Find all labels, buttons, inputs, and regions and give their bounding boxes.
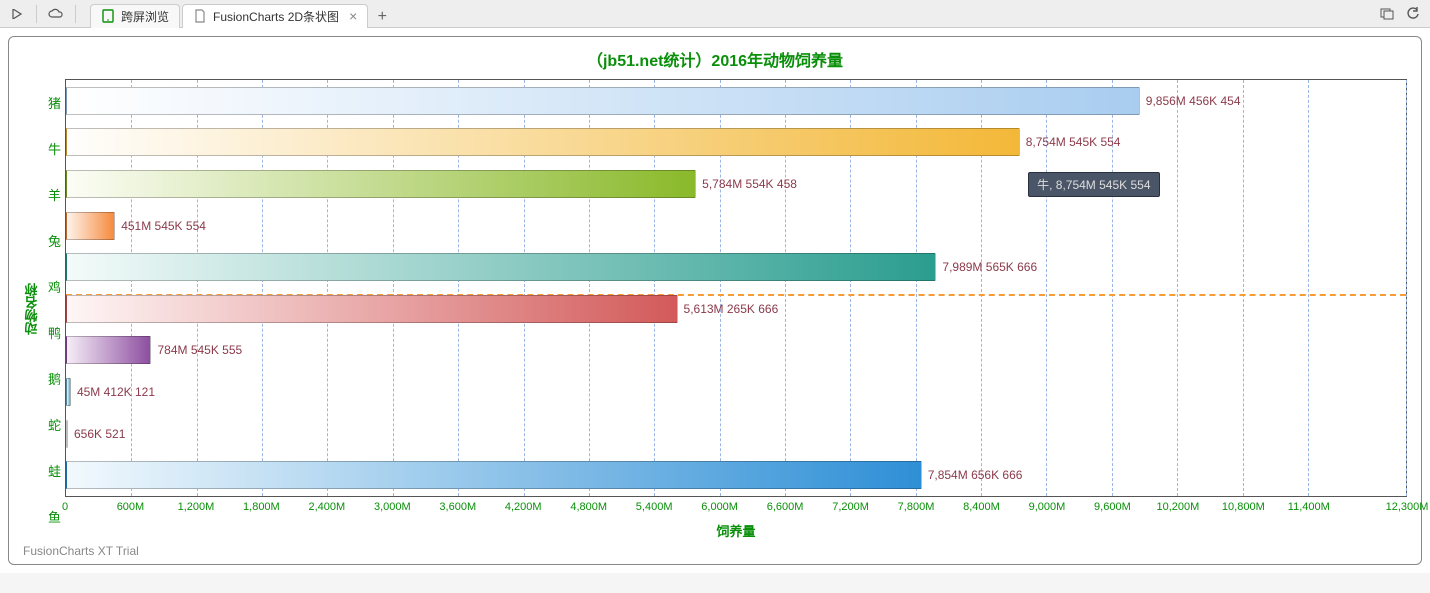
refresh-icon[interactable] xyxy=(1402,4,1424,24)
xaxis-tick-label: 6,600M xyxy=(767,501,804,513)
chart-container: （jb51.net统计）2016年动物饲养量 动物名称 猪牛羊兔鸡鸭鹅蛇蛙鱼 9… xyxy=(8,36,1422,565)
xaxis-tick-label: 3,000M xyxy=(374,501,411,513)
bar[interactable] xyxy=(66,170,696,198)
phone-icon xyxy=(101,9,115,23)
chart-title: （jb51.net统计）2016年动物饲养量 xyxy=(23,47,1407,71)
bar-row: 656K 521 xyxy=(66,418,1406,450)
xaxis-tick-label: 5,400M xyxy=(636,501,673,513)
bar-value-label: 5,613M 265K 666 xyxy=(684,302,779,316)
bar-value-label: 451M 545K 554 xyxy=(121,219,206,233)
yaxis-labels: 猪牛羊兔鸡鸭鹅蛇蛙鱼 xyxy=(41,79,65,540)
bar-value-label: 656K 521 xyxy=(74,427,125,441)
bar-row: 451M 545K 554 xyxy=(66,210,1406,242)
bar[interactable] xyxy=(66,253,936,281)
yaxis-tick-label: 鸡 xyxy=(41,264,61,308)
cloud-icon[interactable] xyxy=(45,4,67,24)
bar[interactable] xyxy=(66,420,68,448)
xaxis-tick-label: 8,400M xyxy=(963,501,1000,513)
bar-value-label: 5,784M 554K 458 xyxy=(702,177,797,191)
xaxis-tick-label: 12,300M xyxy=(1386,501,1429,513)
bar[interactable] xyxy=(66,128,1020,156)
plot-area[interactable]: 9,856M 456K 454 8,754M 545K 554 5,784M 554… xyxy=(65,79,1407,497)
bar-row: 8,754M 545K 554 xyxy=(66,126,1406,158)
plot-area-wrap: 9,856M 456K 454 8,754M 545K 554 5,784M 554… xyxy=(65,79,1407,540)
bar-value-label: 8,754M 545K 554 xyxy=(1026,135,1121,149)
bar[interactable] xyxy=(66,212,115,240)
xaxis-tick-label: 1,800M xyxy=(243,501,280,513)
xaxis-tick-label: 600M xyxy=(117,501,145,513)
xaxis-tick-label: 11,400M xyxy=(1288,501,1330,513)
yaxis-tick-label: 兔 xyxy=(41,218,61,262)
tab-strip: 跨屏浏览 FusionCharts 2D条状图 × + xyxy=(90,0,1372,28)
yaxis-tick-label: 鱼 xyxy=(41,495,61,539)
bar-row: 7,854M 656K 666 xyxy=(66,459,1406,491)
xaxis-tick-label: 4,800M xyxy=(570,501,607,513)
bars-container: 9,856M 456K 454 8,754M 545K 554 5,784M 554… xyxy=(66,80,1406,496)
bar-value-label: 9,856M 456K 454 xyxy=(1146,94,1241,108)
bar[interactable] xyxy=(66,378,71,406)
bar-row: 5,613M 265K 666 xyxy=(66,293,1406,325)
window-icon[interactable] xyxy=(1376,4,1398,24)
play-icon[interactable] xyxy=(6,4,28,24)
xaxis-tick-label: 4,200M xyxy=(505,501,542,513)
toolbar-separator xyxy=(75,5,76,23)
xaxis-tick-label: 3,600M xyxy=(439,501,476,513)
bar[interactable] xyxy=(66,87,1140,115)
xaxis-labels: 0 600M 1,200M 1,800M 2,400M 3,000M 3,600M 4,200… xyxy=(65,501,1407,517)
bar-row: 5,784M 554K 458 xyxy=(66,168,1406,200)
bar-value-label: 784M 545K 555 xyxy=(157,343,242,357)
bar-row: 784M 545K 555 xyxy=(66,334,1406,366)
bar-value-label: 45M 412K 121 xyxy=(77,385,155,399)
xaxis-tick-label: 6,000M xyxy=(701,501,738,513)
new-tab-button[interactable]: + xyxy=(370,6,394,28)
xaxis-tick-label: 9,600M xyxy=(1094,501,1131,513)
bar-row: 45M 412K 121 xyxy=(66,376,1406,408)
bar[interactable] xyxy=(66,461,922,489)
chart-body: 动物名称 猪牛羊兔鸡鸭鹅蛇蛙鱼 9,856M 456K 454 8,754M 54… xyxy=(23,79,1407,540)
tab-label: 跨屏浏览 xyxy=(121,8,169,25)
bar-value-label: 7,989M 565K 666 xyxy=(942,260,1037,274)
bar-row: 9,856M 456K 454 xyxy=(66,85,1406,117)
xaxis-title: 饲养量 xyxy=(65,521,1407,540)
xaxis-tick-label: 9,000M xyxy=(1029,501,1066,513)
toolbar-right xyxy=(1376,4,1424,24)
xaxis-tick-label: 2,400M xyxy=(308,501,345,513)
yaxis-tick-label: 羊 xyxy=(41,172,61,216)
yaxis-tick-label: 鹅 xyxy=(41,357,61,401)
bar[interactable] xyxy=(66,295,678,323)
tab-fusioncharts[interactable]: FusionCharts 2D条状图 × xyxy=(182,4,368,28)
close-icon[interactable]: × xyxy=(349,8,357,24)
xaxis-tick-label: 10,800M xyxy=(1222,501,1265,513)
xaxis-tick-label: 0 xyxy=(62,501,68,513)
yaxis-title: 动物名称 xyxy=(23,79,41,540)
browser-toolbar: 跨屏浏览 FusionCharts 2D条状图 × + xyxy=(0,0,1430,28)
tab-label: FusionCharts 2D条状图 xyxy=(213,8,339,25)
page-icon xyxy=(193,9,207,23)
bar[interactable] xyxy=(66,336,151,364)
yaxis-tick-label: 蛙 xyxy=(41,449,61,493)
toolbar-separator xyxy=(36,5,37,23)
xaxis-tick-label: 7,800M xyxy=(898,501,935,513)
tab-cross-screen[interactable]: 跨屏浏览 xyxy=(90,4,180,28)
xaxis-tick-label: 7,200M xyxy=(832,501,869,513)
watermark-text: FusionCharts XT Trial xyxy=(23,544,1407,558)
xaxis-tick-label: 1,200M xyxy=(178,501,215,513)
bar-value-label: 7,854M 656K 666 xyxy=(928,468,1023,482)
yaxis-tick-label: 鸭 xyxy=(41,311,61,355)
yaxis-tick-label: 猪 xyxy=(41,80,61,124)
yaxis-tick-label: 蛇 xyxy=(41,403,61,447)
page-content: （jb51.net统计）2016年动物饲养量 动物名称 猪牛羊兔鸡鸭鹅蛇蛙鱼 9… xyxy=(0,28,1430,573)
bar-row: 7,989M 565K 666 xyxy=(66,251,1406,283)
xaxis-tick-label: 10,200M xyxy=(1156,501,1199,513)
yaxis-tick-label: 牛 xyxy=(41,126,61,170)
